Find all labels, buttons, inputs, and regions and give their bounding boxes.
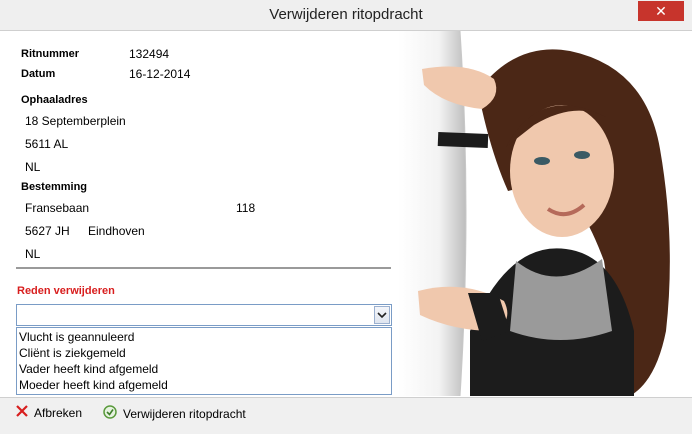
pickup-line2: 5611 AL (25, 137, 69, 151)
reason-option[interactable]: Cliënt is ziekgemeld (17, 345, 391, 361)
footer-bar: Afbreken Verwijderen ritopdracht (0, 397, 692, 434)
destination-country: NL (25, 247, 41, 261)
ride-number-label: Ritnummer (21, 48, 80, 60)
destination-house-number: 118 (236, 201, 256, 215)
recycle-icon (103, 405, 117, 422)
delete-ride-button[interactable]: Verwijderen ritopdracht (103, 405, 246, 422)
destination-postcode: 5627 JH (25, 224, 70, 238)
reason-option[interactable]: Moeder heeft kind afgemeld (17, 377, 391, 393)
destination-label: Bestemming (21, 181, 88, 193)
pickup-line3: NL (25, 160, 41, 174)
reason-label: Reden verwijderen (17, 285, 115, 297)
close-window-button[interactable]: ✕ (638, 1, 684, 21)
date-value: 16-12-2014 (129, 67, 191, 81)
dialog-content: Ritnummer 132494 Datum 16-12-2014 Ophaal… (8, 31, 684, 396)
reason-dropdown[interactable] (16, 304, 392, 326)
reason-option[interactable]: Vlucht is geannuleerd (17, 329, 391, 345)
pickup-line1: 18 Septemberplein (25, 114, 126, 128)
reason-options-list: Vlucht is geannuleerd Cliënt is ziekgeme… (16, 327, 392, 395)
reason-option[interactable]: Vader heeft kind afgemeld (17, 361, 391, 377)
cancel-button-label: Afbreken (34, 405, 83, 420)
delete-ride-button-label: Verwijderen ritopdracht (123, 406, 246, 421)
window-title: Verwijderen ritopdracht (269, 6, 423, 23)
cancel-button[interactable]: Afbreken (16, 405, 82, 420)
title-bar: Verwijderen ritopdracht ✕ (0, 0, 692, 31)
date-label: Datum (21, 68, 56, 80)
destination-city: Eindhoven (88, 224, 145, 238)
illustration-photo (398, 31, 684, 396)
close-x-icon (16, 405, 28, 420)
destination-street: Fransebaan (25, 201, 90, 215)
separator (16, 267, 391, 269)
pickup-label: Ophaaladres (21, 94, 88, 106)
chevron-down-icon[interactable] (374, 306, 390, 324)
ride-number-value: 132494 (129, 47, 170, 61)
